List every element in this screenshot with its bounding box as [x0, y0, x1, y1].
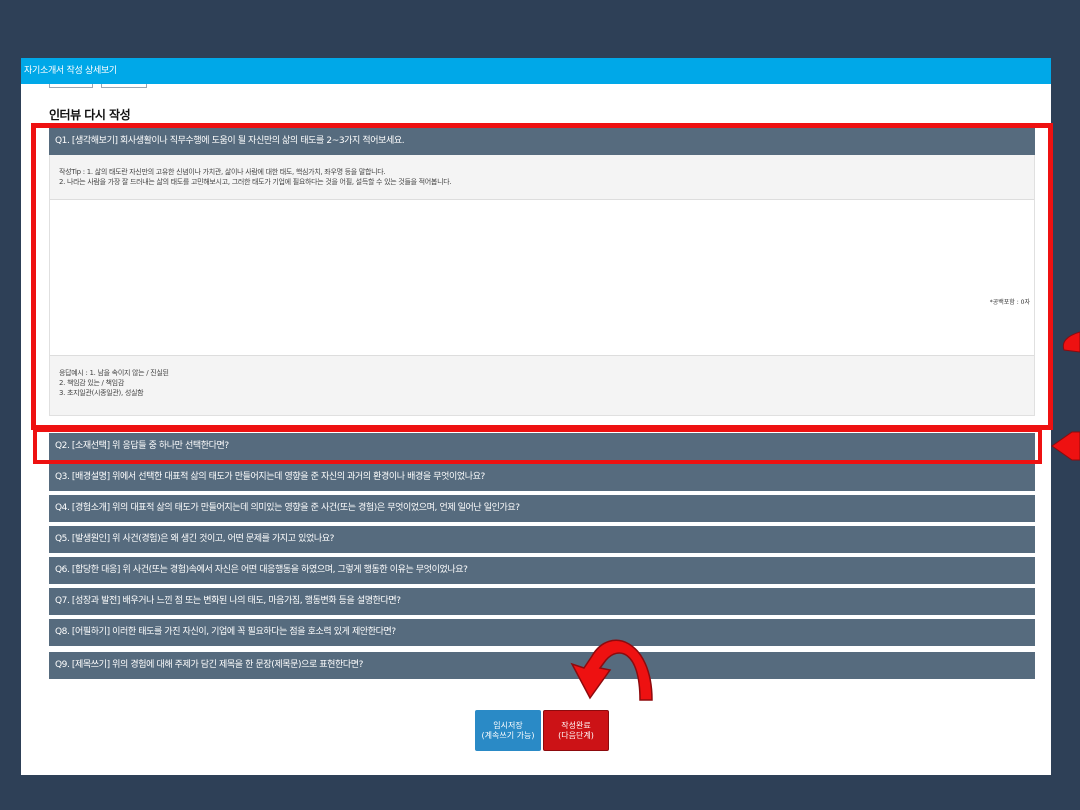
answer-textarea[interactable] — [50, 199, 1034, 356]
question-4-bar[interactable]: Q4. [경험소개] 위의 대표적 삶의 태도가 만들어지는데 의미있는 영향을… — [49, 495, 1035, 522]
left-pointing-arrow-icon — [1051, 431, 1080, 461]
question-9-bar[interactable]: Q9. [제목쓰기] 위의 경험에 대해 주제가 담긴 제목을 한 문장(제목문… — [49, 652, 1035, 679]
char-count: *공백포함 : 0자 — [989, 299, 1030, 306]
right-edge-curve-arrow — [1062, 331, 1080, 353]
example-line: 응답예시 : 1. 남을 속이지 않는 / 진실된 — [59, 369, 169, 377]
example-line: 2. 책임감 있는 / 책임감 — [59, 379, 124, 387]
question-3-bar[interactable]: Q3. [배경설명] 위에서 선택한 대표적 삶의 태도가 만들어지는데 영향을… — [49, 464, 1035, 491]
example-line: 3. 초지일관(시종일관), 성실함 — [59, 389, 144, 397]
question-1-panel: 작성Tip : 1. 삶의 태도란 자신만의 고유한 신념이나 가치관, 삶이나… — [49, 155, 1035, 416]
tip-line: 작성Tip : 1. 삶의 태도란 자신만의 고유한 신념이나 가치관, 삶이나… — [59, 168, 386, 176]
complete-sublabel: (다음단계) — [558, 730, 594, 740]
complete-label: 작성완료 — [561, 720, 591, 730]
hidden-tab-2[interactable] — [101, 84, 147, 88]
editor-window: 자기소개서 작성 상세보기 인터뷰 다시 작성 Q1. [생각해보기] 회사생활… — [21, 58, 1051, 775]
question-2-bar[interactable]: Q2. [소재선택] 위 응답들 중 하나만 선택한다면? — [49, 433, 1035, 460]
answer-example: 응답예시 : 1. 남을 속이지 않는 / 진실된 2. 책임감 있는 / 책임… — [59, 368, 169, 398]
writing-tip: 작성Tip : 1. 삶의 태도란 자신만의 고유한 신념이나 가치관, 삶이나… — [59, 167, 452, 187]
hidden-tab-1[interactable] — [49, 84, 93, 88]
temp-save-sublabel: (계속쓰기 가능) — [481, 730, 535, 740]
question-5-bar[interactable]: Q5. [발생원인] 위 사건(경험)은 왜 생긴 것이고, 어떤 문제를 가지… — [49, 526, 1035, 553]
section-title: 인터뷰 다시 작성 — [49, 108, 131, 122]
complete-button[interactable]: 작성완료 (다음단계) — [543, 710, 609, 751]
tip-line: 2. 나라는 사람을 가장 잘 드러내는 삶의 태도를 고민해보시고, 그러한 … — [59, 178, 452, 186]
question-1-bar[interactable]: Q1. [생각해보기] 회사생활이나 직무수행에 도움이 될 자신만의 삶의 태… — [49, 128, 1035, 155]
temp-save-button[interactable]: 임시저장 (계속쓰기 가능) — [475, 710, 541, 751]
temp-save-label: 임시저장 — [493, 720, 523, 730]
question-6-bar[interactable]: Q6. [합당한 대응] 위 사건(또는 경험)속에서 자신은 어떤 대응행동을… — [49, 557, 1035, 584]
question-7-bar[interactable]: Q7. [성장과 발전] 배우거나 느낀 점 또는 변화된 나의 태도, 마음가… — [49, 588, 1035, 615]
window-title: 자기소개서 작성 상세보기 — [21, 58, 1051, 84]
question-8-bar[interactable]: Q8. [어필하기] 이러한 태도를 가진 자신이, 기업에 꼭 필요하다는 점… — [49, 619, 1035, 646]
